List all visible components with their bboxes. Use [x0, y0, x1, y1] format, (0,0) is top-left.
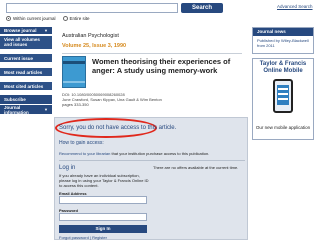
access-panel: Sorry, you do not have access to this ar…: [54, 117, 248, 240]
sidebar-item-label: Browse journal: [4, 28, 37, 33]
divider: [62, 53, 242, 54]
sidebar-item-label: Journal information: [4, 104, 29, 115]
forgot-password-link[interactable]: Forgot password: [59, 235, 89, 240]
sidebar: Browse journal ▼ View all volumes and is…: [0, 27, 52, 240]
email-field[interactable]: [59, 196, 147, 204]
sidebar-item-most-read[interactable]: Most read articles: [0, 67, 52, 76]
account-links: Forgot password | Register: [59, 235, 107, 240]
sidebar-item-browse-journal[interactable]: Browse journal ▼: [0, 27, 52, 34]
sidebar-item-label: Most read articles: [4, 70, 43, 75]
mobile-phone-icon: [273, 79, 293, 113]
scope-current-radio[interactable]: [6, 15, 11, 21]
advanced-search-link[interactable]: Advanced Search: [277, 4, 313, 9]
search-scope: Within current journal Entire site: [6, 15, 90, 21]
sign-in-button[interactable]: Sign In: [59, 225, 147, 233]
login-description: If you already have an individual subscr…: [59, 173, 149, 188]
password-field[interactable]: [59, 213, 147, 221]
article-pages: pages 333-350: [62, 102, 89, 107]
journal-cover-image: [62, 56, 86, 88]
sidebar-item-current-issue[interactable]: Current issue: [0, 53, 52, 62]
sidebar-item-label: View all volumes and issues: [4, 37, 40, 47]
offers-message: There are no offers available at the cur…: [153, 165, 239, 170]
journal-news-heading: Journal news: [253, 28, 313, 36]
journal-issue-link[interactable]: Volume 25, Issue 3, 1990: [62, 43, 126, 49]
register-link[interactable]: Register: [92, 235, 107, 240]
sidebar-item-subscribe[interactable]: Subscribe: [0, 95, 52, 104]
search-input[interactable]: [6, 3, 178, 13]
no-access-message: Sorry, you do not have access to this ar…: [59, 125, 177, 131]
mobile-promo-title: Taylor & Francis Online Mobile: [259, 61, 307, 74]
mobile-promo-caption: Our new mobile application: [255, 125, 311, 130]
sidebar-item-most-cited[interactable]: Most cited articles: [0, 81, 52, 90]
chevron-down-icon: ▼: [44, 107, 48, 112]
mobile-promo[interactable]: Taylor & Francis Online Mobile Our new m…: [252, 58, 314, 140]
divider: [59, 160, 245, 161]
how-to-gain-access-heading: How to gain access:: [59, 140, 104, 146]
login-heading: Log in: [59, 165, 76, 171]
scope-all-label: Entire site: [69, 15, 90, 21]
search-button[interactable]: Search: [181, 3, 223, 13]
journal-name: Australian Psychologist: [62, 33, 119, 39]
journal-news-text[interactable]: Published by Wiley-Blackwell from 2011: [253, 36, 313, 50]
sidebar-item-label: Current issue: [4, 56, 34, 61]
recommend-text: that your institution purchase access to…: [110, 151, 210, 156]
scope-all-radio[interactable]: [62, 15, 68, 21]
chevron-down-icon: ▼: [44, 28, 48, 33]
sidebar-item-label: Most cited articles: [4, 84, 44, 89]
sidebar-item-journal-information[interactable]: Journal information ▼: [0, 104, 52, 115]
sidebar-item-volumes[interactable]: View all volumes and issues: [0, 35, 52, 49]
article-title: Women theorising their experiences of an…: [92, 57, 231, 75]
sidebar-item-label: Subscribe: [4, 97, 26, 102]
journal-news-box: Journal news Published by Wiley-Blackwel…: [252, 27, 314, 54]
scope-current-label: Within current journal: [13, 15, 56, 21]
article-meta: DOI: 10.1080/00050069008260028 June Craw…: [62, 92, 242, 107]
recommend-librarian-link[interactable]: Recommend to your librarian: [59, 151, 110, 156]
recommend-line: Recommend to your librarian that your in…: [59, 151, 245, 156]
